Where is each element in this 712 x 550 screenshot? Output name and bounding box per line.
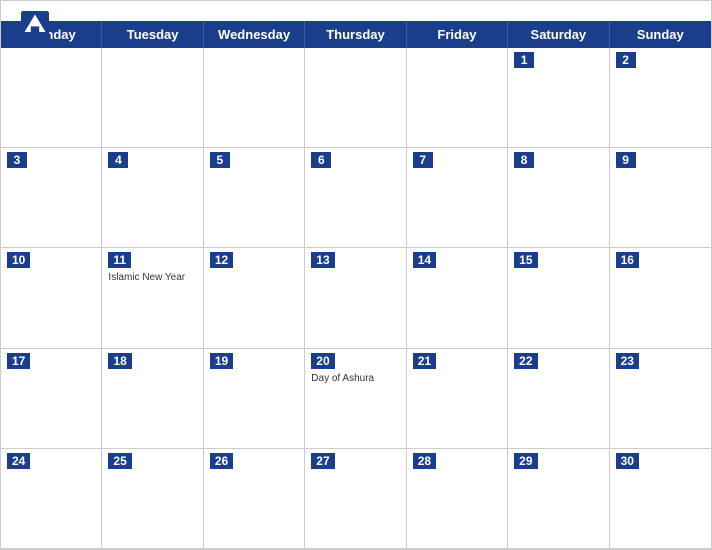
- cell-date: 2: [616, 52, 636, 68]
- cell-date: 21: [413, 353, 436, 369]
- calendar-cell: 30: [610, 449, 711, 549]
- cell-date: 20: [311, 353, 334, 369]
- calendar-cell: [1, 48, 102, 148]
- cell-date: 7: [413, 152, 433, 168]
- cell-date: 4: [108, 152, 128, 168]
- calendar-cell: 12: [204, 248, 305, 348]
- cell-date: 17: [7, 353, 30, 369]
- cell-date: 24: [7, 453, 30, 469]
- cell-date: 13: [311, 252, 334, 268]
- calendar-cell: 5: [204, 148, 305, 248]
- cell-date: 11: [108, 252, 131, 268]
- calendar-cell: 24: [1, 449, 102, 549]
- day-header-friday: Friday: [407, 21, 508, 48]
- day-header-saturday: Saturday: [508, 21, 609, 48]
- calendar-cell: 23: [610, 349, 711, 449]
- cell-date: 22: [514, 353, 537, 369]
- calendar-cell: 16: [610, 248, 711, 348]
- calendar-cell: 21: [407, 349, 508, 449]
- calendar-cell: 11 Islamic New Year: [102, 248, 203, 348]
- calendar-grid: 1234567891011Islamic New Year12131415161…: [1, 48, 711, 549]
- cell-date: 29: [514, 453, 537, 469]
- calendar-cell: 19: [204, 349, 305, 449]
- day-header-tuesday: Tuesday: [102, 21, 203, 48]
- calendar-cell: 10: [1, 248, 102, 348]
- calendar-cell: 15: [508, 248, 609, 348]
- cell-date: 3: [7, 152, 27, 168]
- calendar-cell: 3: [1, 148, 102, 248]
- calendar-cell: 6: [305, 148, 406, 248]
- cell-date: 19: [210, 353, 233, 369]
- calendar-cell: 29: [508, 449, 609, 549]
- calendar-cell: 13: [305, 248, 406, 348]
- calendar-cell: 17: [1, 349, 102, 449]
- calendar-cell: 27: [305, 449, 406, 549]
- cell-date: 9: [616, 152, 636, 168]
- cell-date: 26: [210, 453, 233, 469]
- day-header-sunday: Sunday: [610, 21, 711, 48]
- calendar-cell: 1: [508, 48, 609, 148]
- calendar-cell: 4: [102, 148, 203, 248]
- calendar-cell: 7: [407, 148, 508, 248]
- calendar-cell: 8: [508, 148, 609, 248]
- cell-date: 6: [311, 152, 331, 168]
- cell-event: Day of Ashura: [311, 373, 399, 384]
- calendar-cell: 22: [508, 349, 609, 449]
- calendar-cell: [102, 48, 203, 148]
- calendar-cell: 2: [610, 48, 711, 148]
- cell-date: 18: [108, 353, 131, 369]
- day-header-thursday: Thursday: [305, 21, 406, 48]
- cell-date: 25: [108, 453, 131, 469]
- logo: [21, 11, 53, 39]
- cell-date: 30: [616, 453, 639, 469]
- logo-icon: [21, 11, 49, 39]
- cell-date: 8: [514, 152, 534, 168]
- cell-event: Islamic New Year: [108, 272, 196, 283]
- cell-date: 16: [616, 252, 639, 268]
- cell-date: 5: [210, 152, 230, 168]
- calendar-cell: 26: [204, 449, 305, 549]
- calendar-cell: [407, 48, 508, 148]
- day-header-wednesday: Wednesday: [204, 21, 305, 48]
- cell-date: 10: [7, 252, 30, 268]
- cell-date: 12: [210, 252, 233, 268]
- calendar-cell: 20 Day of Ashura: [305, 349, 406, 449]
- calendar-cell: 25: [102, 449, 203, 549]
- calendar: MondayTuesdayWednesdayThursdayFridaySatu…: [0, 0, 712, 550]
- cell-date: 15: [514, 252, 537, 268]
- cell-date: 14: [413, 252, 436, 268]
- calendar-cell: 9: [610, 148, 711, 248]
- calendar-cell: [204, 48, 305, 148]
- calendar-cell: [305, 48, 406, 148]
- calendar-cell: 28: [407, 449, 508, 549]
- cell-date: 1: [514, 52, 534, 68]
- cell-date: 28: [413, 453, 436, 469]
- cell-date: 27: [311, 453, 334, 469]
- calendar-header: [1, 1, 711, 21]
- calendar-cell: 18: [102, 349, 203, 449]
- cell-date: 23: [616, 353, 639, 369]
- calendar-cell: 14: [407, 248, 508, 348]
- days-header: MondayTuesdayWednesdayThursdayFridaySatu…: [1, 21, 711, 48]
